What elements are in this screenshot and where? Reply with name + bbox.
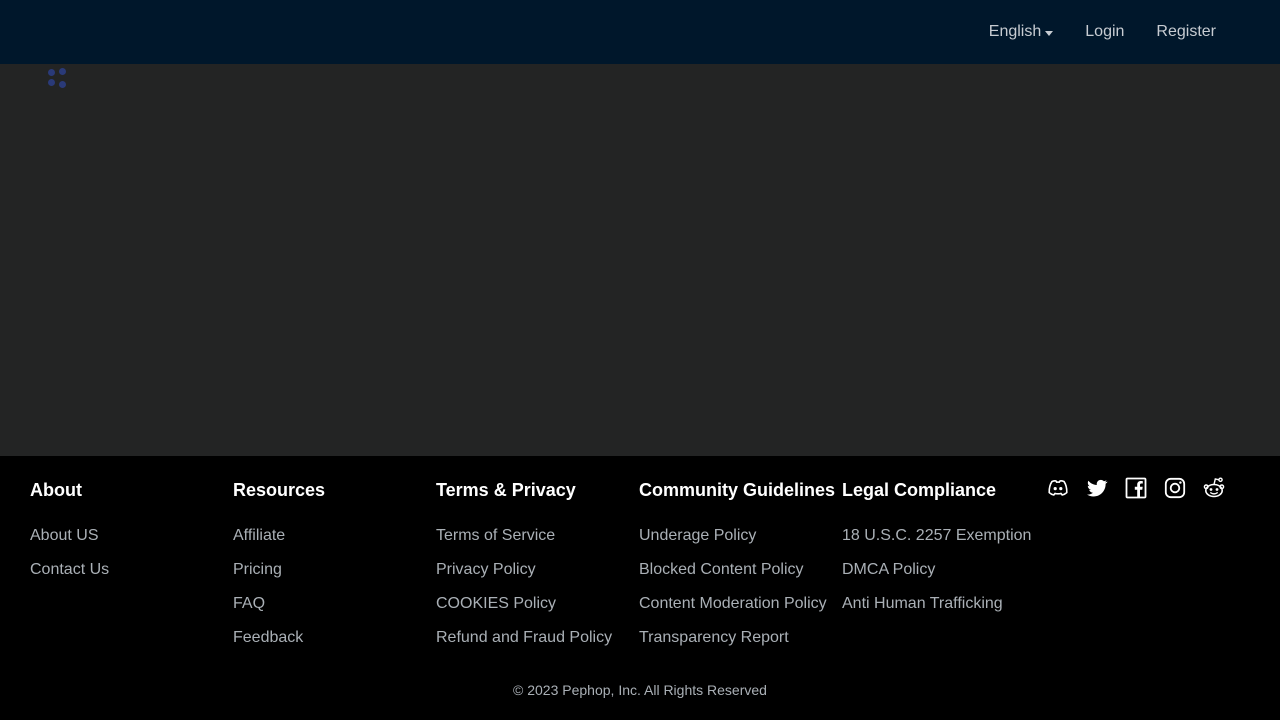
language-label: English xyxy=(988,23,1042,40)
footer-column-resources: Resources Affiliate Pricing FAQ Feedback xyxy=(233,480,436,662)
footer-heading: Community Guidelines xyxy=(639,480,836,500)
loading-spinner-icon xyxy=(47,68,69,90)
footer-link-pricing[interactable]: Pricing xyxy=(233,561,282,578)
footer-link-2257-exemption[interactable]: 18 U.S.C. 2257 Exemption xyxy=(842,527,1031,544)
footer-link-feedback[interactable]: Feedback xyxy=(233,629,303,646)
footer-link-transparency-report[interactable]: Transparency Report xyxy=(639,629,789,646)
language-selector[interactable]: English xyxy=(988,23,1054,41)
footer-link-affiliate[interactable]: Affiliate xyxy=(233,527,285,544)
footer-heading: Resources xyxy=(233,480,326,500)
footer-link-content-moderation-policy[interactable]: Content Moderation Policy xyxy=(639,595,827,612)
footer-columns: About About US Contact Us Resources Affi… xyxy=(30,480,1045,662)
footer-heading: Legal Compliance xyxy=(842,480,997,500)
top-navbar: English Login Register xyxy=(0,0,1280,64)
footer-link-underage-policy[interactable]: Underage Policy xyxy=(639,527,756,544)
footer-link-faq[interactable]: FAQ xyxy=(233,595,265,612)
footer-link-blocked-content-policy[interactable]: Blocked Content Policy xyxy=(639,561,804,578)
footer-column-community-guidelines: Community Guidelines Underage Policy Blo… xyxy=(639,480,842,662)
footer-column-legal-compliance: Legal Compliance 18 U.S.C. 2257 Exemptio… xyxy=(842,480,1045,662)
discord-icon[interactable] xyxy=(1046,476,1070,500)
site-footer: About About US Contact Us Resources Affi… xyxy=(0,456,1280,720)
copyright-text: © 2023 Pephop, Inc. All Rights Reserved xyxy=(513,682,767,698)
footer-link-privacy-policy[interactable]: Privacy Policy xyxy=(436,561,536,578)
footer-link-refund-fraud-policy[interactable]: Refund and Fraud Policy xyxy=(436,629,612,646)
footer-link-dmca-policy[interactable]: DMCA Policy xyxy=(842,561,935,578)
instagram-icon[interactable] xyxy=(1163,476,1187,500)
footer-link-anti-human-trafficking[interactable]: Anti Human Trafficking xyxy=(842,595,1003,612)
login-link[interactable]: Login xyxy=(1085,23,1124,41)
reddit-icon[interactable] xyxy=(1202,476,1226,500)
register-link[interactable]: Register xyxy=(1156,23,1216,41)
top-nav: English Login Register xyxy=(989,0,1216,64)
footer-column-about: About About US Contact Us xyxy=(30,480,233,662)
footer-link-terms-of-service[interactable]: Terms of Service xyxy=(436,527,555,544)
caret-down-icon xyxy=(1045,31,1054,36)
footer-heading: About xyxy=(30,480,82,500)
footer-column-terms-privacy: Terms & Privacy Terms of Service Privacy… xyxy=(436,480,639,662)
main-content xyxy=(0,64,1280,456)
twitter-icon[interactable] xyxy=(1085,476,1109,500)
footer-link-cookies-policy[interactable]: COOKIES Policy xyxy=(436,595,556,612)
footer-link-about-us[interactable]: About US xyxy=(30,527,98,544)
footer-link-contact-us[interactable]: Contact Us xyxy=(30,561,109,578)
social-links xyxy=(1046,476,1226,500)
footer-heading: Terms & Privacy xyxy=(436,480,576,500)
facebook-icon[interactable] xyxy=(1124,476,1148,500)
